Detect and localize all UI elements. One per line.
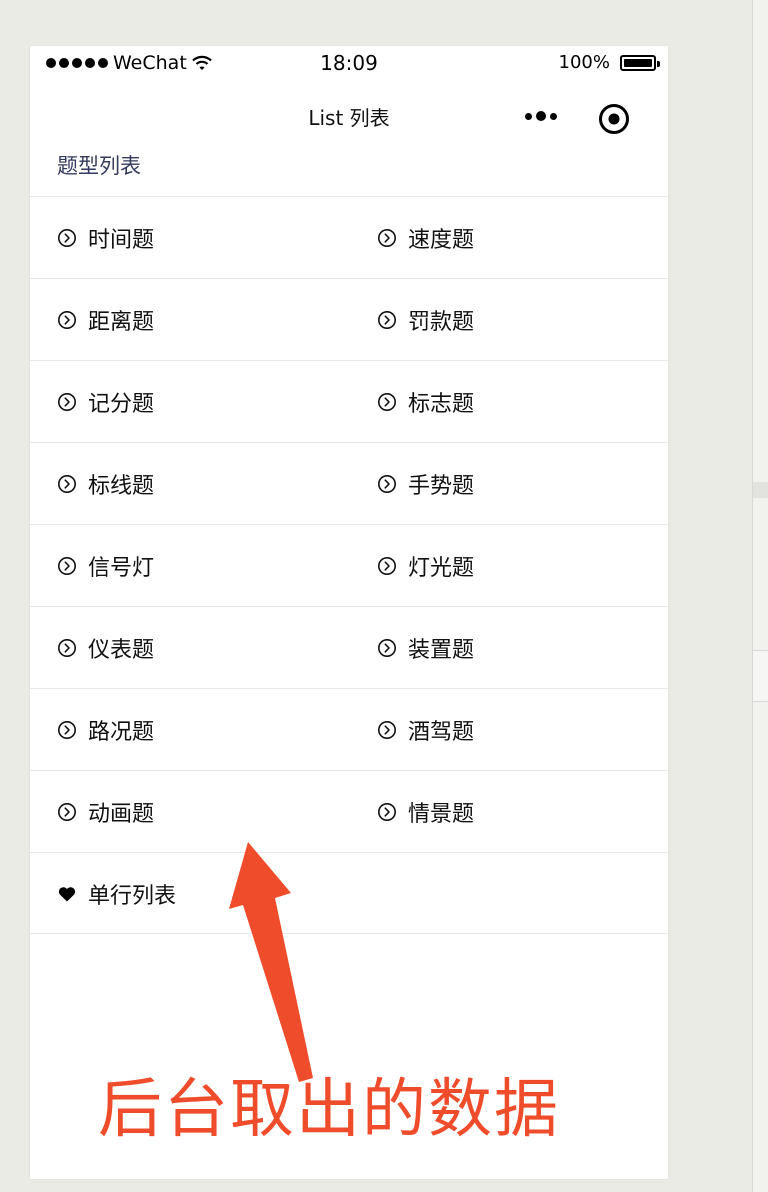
chevron-circle-right-icon	[378, 802, 396, 821]
chevron-circle-right-icon	[378, 638, 396, 657]
chevron-circle-right-icon	[58, 228, 76, 247]
list-item[interactable]: 路况题	[57, 689, 357, 770]
side-panel-band	[753, 482, 768, 498]
battery-icon	[620, 54, 660, 71]
list-item[interactable]: 灯光题	[377, 525, 657, 606]
list-row: 路况题 酒驾题	[30, 688, 668, 770]
chevron-circle-right-icon	[58, 556, 76, 575]
chevron-circle-right-icon	[58, 392, 76, 411]
status-right: 100%	[558, 52, 660, 73]
navigation-bar: List 列表	[30, 90, 668, 142]
annotation-text: 后台取出的数据	[98, 1073, 560, 1147]
question-type-list: 时间题 速度题距离题 罚款题记分题 标志题标线题 手势题信号灯 灯光题仪表题 装置题路况题 酒…	[30, 196, 668, 934]
list-row: 信号灯 灯光题	[30, 524, 668, 606]
list-item-label: 路况题	[88, 719, 155, 745]
list-item[interactable]: 速度题	[377, 197, 657, 278]
side-panel-band	[753, 650, 768, 702]
single-row-list-item[interactable]: 单行列表	[30, 852, 668, 934]
status-bar: WeChat 18:09 100%	[30, 46, 668, 82]
list-item-label: 装置题	[408, 637, 475, 663]
list-item-label: 手势题	[408, 473, 475, 499]
list-row: 仪表题 装置题	[30, 606, 668, 688]
list-item[interactable]: 标线题	[57, 443, 357, 524]
list-item-label: 仪表题	[88, 637, 155, 663]
single-row-label: 单行列表	[88, 883, 177, 909]
list-item[interactable]: 时间题	[57, 197, 357, 278]
more-options-button[interactable]	[520, 106, 562, 126]
list-item[interactable]: 罚款题	[377, 279, 657, 360]
chevron-circle-right-icon	[378, 720, 396, 739]
phone-screen: WeChat 18:09 100% List 列表 题型列表 时间题 速度题距离题…	[30, 46, 668, 1179]
chevron-circle-right-icon	[58, 310, 76, 329]
list-item[interactable]: 动画题	[57, 771, 357, 852]
list-item-label: 酒驾题	[408, 719, 475, 745]
chevron-circle-right-icon	[378, 228, 396, 247]
list-item[interactable]: 酒驾题	[377, 689, 657, 770]
list-item[interactable]: 标志题	[377, 361, 657, 442]
list-row: 时间题 速度题	[30, 196, 668, 278]
list-row: 动画题 情景题	[30, 770, 668, 852]
list-item[interactable]: 信号灯	[57, 525, 357, 606]
list-item-label: 灯光题	[408, 555, 475, 581]
list-item-label: 情景题	[408, 801, 475, 827]
list-row: 距离题 罚款题	[30, 278, 668, 360]
list-item-label: 时间题	[88, 227, 155, 253]
list-item[interactable]: 装置题	[377, 607, 657, 688]
section-title: 题型列表	[57, 154, 141, 178]
list-item[interactable]: 仪表题	[57, 607, 357, 688]
chevron-circle-right-icon	[58, 474, 76, 493]
list-item-label: 信号灯	[88, 555, 155, 581]
list-item-label: 标志题	[408, 391, 475, 417]
chevron-circle-right-icon	[58, 720, 76, 739]
chevron-circle-right-icon	[378, 310, 396, 329]
list-item-label: 速度题	[408, 227, 475, 253]
chevron-circle-right-icon	[378, 474, 396, 493]
heart-icon	[58, 886, 76, 901]
close-miniprogram-button[interactable]	[596, 101, 632, 137]
chevron-circle-right-icon	[378, 556, 396, 575]
list-row: 标线题 手势题	[30, 442, 668, 524]
list-item-label: 罚款题	[408, 309, 475, 335]
list-item[interactable]: 手势题	[377, 443, 657, 524]
list-item[interactable]: 距离题	[57, 279, 357, 360]
list-row: 记分题 标志题	[30, 360, 668, 442]
battery-percent: 100%	[558, 52, 610, 73]
list-item-label: 标线题	[88, 473, 155, 499]
page-title: List 列表	[308, 106, 390, 130]
single-row-link[interactable]: 单行列表	[57, 853, 357, 934]
list-item[interactable]: 记分题	[57, 361, 357, 442]
list-item-label: 记分题	[88, 391, 155, 417]
list-item-label: 距离题	[88, 309, 155, 335]
list-item-label: 动画题	[88, 801, 155, 827]
chevron-circle-right-icon	[58, 638, 76, 657]
chevron-circle-right-icon	[58, 802, 76, 821]
chevron-circle-right-icon	[378, 392, 396, 411]
list-item[interactable]: 情景题	[377, 771, 657, 852]
side-panel-edge	[752, 0, 768, 1192]
